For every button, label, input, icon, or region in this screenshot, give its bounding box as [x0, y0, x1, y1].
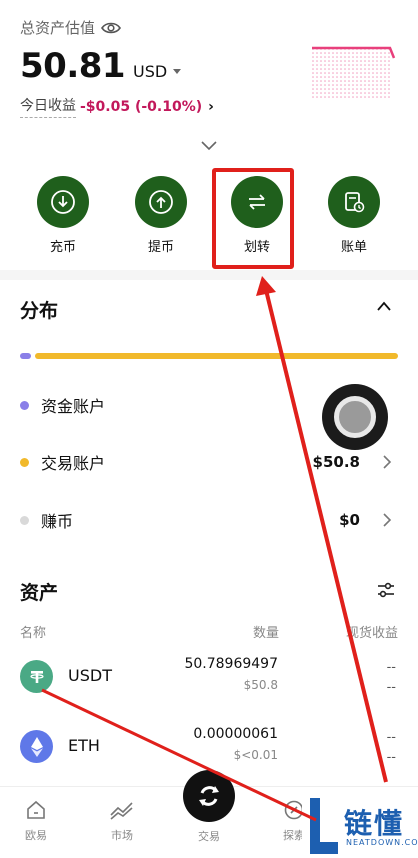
distribution-bar-funding: [20, 353, 31, 359]
arrow-line: [264, 289, 388, 783]
column-header-qty: 数量: [253, 626, 280, 641]
deposit-icon: [51, 190, 75, 214]
assistive-touch-button[interactable]: [322, 384, 388, 450]
caret-down-icon: [173, 69, 182, 74]
legend-dot: [20, 457, 29, 467]
distribution-bar: [20, 353, 398, 359]
market-chart-icon: [110, 802, 133, 820]
nav-market[interactable]: 市场: [92, 799, 152, 843]
eth-coin-icon: [20, 730, 53, 763]
bill-icon: [345, 192, 365, 213]
usdt-coin-icon: [20, 660, 53, 693]
asset-row-usdt[interactable]: USDT 50.78969497 $50.8 -- --: [20, 656, 398, 706]
action-bar: 充币 提币 划转 账单: [0, 176, 418, 256]
distribution-bar-trading: [35, 353, 398, 359]
account-row-earn[interactable]: 赚币 $0: [20, 505, 398, 535]
asset-row-eth[interactable]: ETH 0.00000061 $<0.01 -- --: [20, 726, 398, 776]
watermark-logo-icon: [310, 798, 338, 854]
filter-settings-icon[interactable]: [376, 580, 396, 600]
watermark: 链懂 NEATDOWN.COM: [302, 792, 418, 858]
chevron-right-icon: ›: [208, 98, 214, 115]
section-divider: [0, 270, 418, 280]
swap-icon: [199, 786, 219, 806]
distribution-title: 分布: [20, 300, 59, 322]
nav-trade-label: 交易: [198, 830, 220, 843]
column-header-pnl: 现货收益: [345, 626, 398, 641]
account-row-trading[interactable]: 交易账户 $50.8: [20, 447, 398, 477]
transfer-highlight-box: [212, 168, 294, 269]
sparkline-chart: [312, 46, 396, 100]
currency-selector[interactable]: USD: [133, 62, 182, 81]
legend-dot: [20, 515, 29, 525]
bill-button[interactable]: 账单: [324, 176, 384, 255]
pnl-value: -$0.05 (-0.10%): [80, 98, 203, 115]
trade-button[interactable]: [183, 770, 235, 822]
deposit-button[interactable]: 充币: [33, 176, 93, 255]
nav-home[interactable]: 欧易: [6, 799, 66, 843]
total-amount: 50.81: [20, 46, 126, 86]
chevron-down-icon[interactable]: [200, 140, 218, 152]
withdraw-icon: [149, 190, 173, 214]
chevron-right-icon: [383, 455, 392, 469]
home-icon: [27, 800, 45, 819]
total-asset-label: 总资产估值: [20, 17, 121, 38]
legend-dot: [20, 400, 29, 410]
eye-icon[interactable]: [101, 21, 121, 35]
withdraw-button[interactable]: 提币: [131, 176, 191, 255]
today-pnl[interactable]: 今日收益 -$0.05 (-0.10%) ›: [20, 95, 214, 118]
total-amount-row: 50.81 USD: [20, 46, 182, 86]
column-header-name: 名称: [20, 626, 47, 641]
assets-title: 资产: [20, 582, 59, 604]
chevron-right-icon: [383, 513, 392, 527]
chevron-up-icon[interactable]: [376, 300, 392, 312]
